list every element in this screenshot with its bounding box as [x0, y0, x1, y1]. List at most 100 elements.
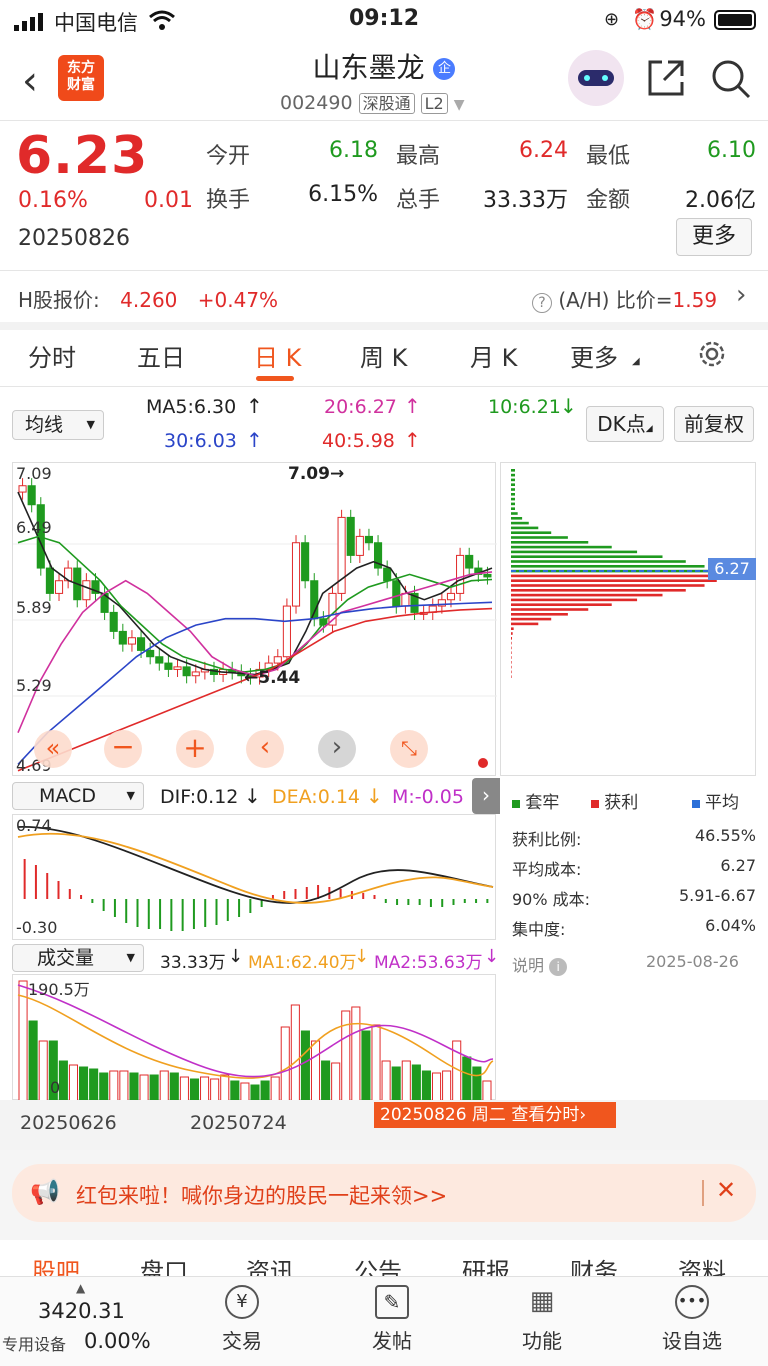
close-icon[interactable]: ✕	[716, 1176, 736, 1204]
chip-bar	[511, 613, 568, 616]
volume-bar	[351, 1006, 361, 1102]
tab-weekly-k[interactable]: 周 K	[360, 338, 407, 373]
chip-bar	[511, 517, 523, 520]
volume-bar	[472, 1066, 482, 1102]
candle-body	[483, 573, 492, 578]
search-icon[interactable]	[710, 58, 752, 104]
battery-icon	[714, 10, 756, 30]
volume-bar	[38, 1040, 48, 1102]
change-percent: 0.16%	[18, 188, 88, 213]
volume-select[interactable]: 成交量 ▼	[12, 944, 144, 972]
kline-y-label: 7.09	[16, 464, 52, 483]
ah-ratio[interactable]: ? (A/H) 比价=1.59	[532, 284, 717, 313]
indicator-select[interactable]: 均线 ▼	[12, 410, 104, 440]
add-watchlist-button[interactable]: ••• 设自选	[650, 1285, 734, 1354]
chevron-right-icon[interactable]: ›	[736, 280, 746, 310]
h-share-row[interactable]: H股报价: 4.260 +0.47%	[18, 284, 278, 313]
candle-body	[392, 580, 401, 607]
volume-bar	[210, 1078, 220, 1102]
device-label: 专用设备	[2, 1335, 67, 1354]
open-value: 6.18	[329, 138, 378, 163]
footer-bar: ▲ 3420.31 专用设备 0.00% ¥ 交易 ✎ 发帖 ▦ 功能 ••• …	[0, 1276, 768, 1366]
profit-ratio-label: 获利比例:	[512, 830, 582, 849]
chip-bar	[511, 665, 512, 669]
ma30-label: 30:6.03	[164, 430, 237, 452]
max-annotation: 7.09→	[288, 464, 345, 484]
volume-bar	[200, 1076, 210, 1102]
promo-banner[interactable]: 📢 红包来啦！喊你身边的股民一起来领>> ✕	[12, 1164, 756, 1222]
legend-profit: 获利	[604, 793, 639, 813]
index-value[interactable]: 3420.31	[38, 1299, 125, 1323]
tab-five-day[interactable]: 五日	[137, 338, 185, 373]
candle-body	[401, 592, 410, 607]
macd-select[interactable]: MACD ▼	[12, 782, 144, 810]
trade-button[interactable]: ¥ 交易	[206, 1285, 278, 1354]
candle-body	[137, 637, 146, 651]
assistant-avatar-icon[interactable]	[568, 50, 624, 106]
share-icon[interactable]	[646, 58, 686, 102]
open-label: 今开	[206, 144, 251, 169]
candle-body	[164, 662, 173, 670]
volume-bar	[270, 1076, 280, 1102]
tab-daily-k[interactable]: 日 K	[254, 338, 301, 373]
volume-bar	[89, 1068, 99, 1102]
scroll-left-icon[interactable]: ‹	[246, 730, 284, 768]
post-button[interactable]: ✎ 发帖	[356, 1285, 428, 1354]
h-share-change: +0.47%	[197, 288, 279, 312]
chip-note[interactable]: 说明 i	[512, 952, 568, 976]
ma5-label: MA5:6.30	[146, 396, 237, 418]
view-intraday-tip[interactable]: 20250826 周二 查看分时›	[374, 1102, 616, 1128]
chip-bar	[511, 478, 515, 482]
chip-bar	[511, 512, 518, 515]
volume-bar	[381, 1060, 391, 1102]
chip-bar	[511, 526, 539, 530]
candle-body	[456, 554, 465, 594]
fullscreen-icon[interactable]: ⤡	[390, 730, 428, 768]
tab-more[interactable]: 更多	[570, 338, 618, 373]
zoom-in-icon[interactable]: +	[176, 730, 214, 768]
kline-chart[interactable]	[12, 462, 497, 776]
change-amount: 0.01	[144, 188, 193, 213]
level2-tag: L2	[420, 93, 448, 114]
chip-bar	[511, 661, 512, 664]
ma10-label: 10:6.21	[488, 396, 561, 418]
status-bar: 中国电信 09:12 ⊕ ⏰ 94%	[0, 0, 768, 40]
chip-distribution[interactable]	[500, 462, 757, 776]
low-value: 6.10	[707, 138, 756, 163]
chip-bar	[511, 656, 512, 659]
scroll-left-end-icon[interactable]: «	[34, 730, 72, 768]
chip-bar	[511, 627, 514, 630]
settings-gear-icon[interactable]	[696, 338, 728, 374]
volume-bar	[300, 1030, 310, 1102]
dk-point-button[interactable]: DK点◢	[586, 406, 664, 442]
chip-bar	[511, 560, 686, 563]
volume-label: 总手	[396, 188, 441, 213]
volume-value: 33.33万	[483, 188, 568, 213]
stock-code-row[interactable]: 002490 深股通 L2 ▼	[280, 92, 465, 115]
tab-intraday[interactable]: 分时	[28, 338, 76, 373]
candle-body	[45, 567, 54, 594]
help-icon[interactable]: ?	[532, 293, 552, 313]
tab-monthly-k[interactable]: 月 K	[470, 338, 517, 373]
candle-body	[27, 485, 36, 506]
ma1-arrow-icon: ↓	[354, 946, 370, 967]
functions-button[interactable]: ▦ 功能	[506, 1285, 578, 1354]
forward-adjust-button[interactable]: 前复权	[674, 406, 754, 442]
info-icon[interactable]: i	[549, 958, 568, 976]
volume-bar	[220, 1074, 230, 1102]
more-quote-button[interactable]: 更多	[676, 218, 752, 256]
ma2-arrow-icon: ↓	[484, 946, 500, 967]
macd-chart[interactable]	[12, 814, 496, 940]
dropdown-arrow-icon[interactable]: ▼	[454, 97, 465, 113]
chip-bar	[511, 651, 512, 654]
macd-dea: DEA:0.14	[272, 786, 361, 808]
scroll-right-icon[interactable]: ›	[318, 730, 356, 768]
alarm-icon: ⏰	[632, 7, 657, 31]
expand-panel-icon[interactable]: ›	[472, 778, 500, 814]
concentration-label: 集中度:	[512, 920, 566, 939]
more-dots-icon: •••	[675, 1285, 709, 1319]
high-value: 6.24	[519, 138, 568, 163]
zoom-out-icon[interactable]: −	[104, 730, 142, 768]
candle-body	[465, 554, 474, 569]
amount-value: 2.06亿	[685, 188, 756, 213]
